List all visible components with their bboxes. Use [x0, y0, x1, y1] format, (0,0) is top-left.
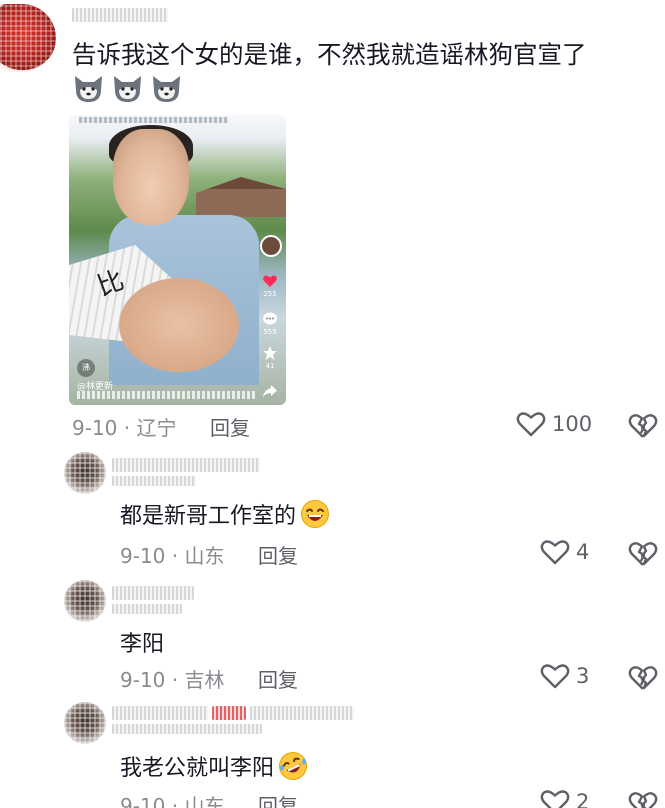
comment-emoji-row — [72, 72, 183, 105]
video-thumbnail[interactable]: 比 255 555 41 沸 @林更新 — [69, 115, 286, 405]
pavilion-roof — [196, 177, 286, 217]
video-top-text-blurred — [79, 117, 229, 123]
heart-hands — [109, 270, 249, 380]
like-count: 2 — [576, 790, 590, 808]
comment-date-location: 9-10 · 辽宁 — [72, 416, 177, 440]
reply-avatar[interactable] — [64, 702, 106, 744]
reply-text-content: 李阳 — [120, 632, 165, 657]
dislike-button[interactable] — [628, 664, 658, 692]
reply-name-blurred[interactable] — [112, 458, 260, 472]
reply-text-content: 我老公就叫李阳 — [120, 756, 275, 781]
commenter-avatar[interactable] — [0, 4, 56, 72]
reply-avatar[interactable] — [64, 452, 106, 494]
like-button[interactable]: 3 — [540, 662, 589, 690]
video-favorite[interactable]: 41 — [258, 345, 282, 370]
hot-badge: 沸 — [77, 359, 95, 377]
reply-button[interactable]: 回复 — [258, 790, 298, 808]
reply-button[interactable]: 回复 — [210, 412, 250, 441]
dislike-button[interactable] — [628, 540, 658, 568]
reply-date-location: 9-10 · 山东 — [120, 794, 225, 808]
reply-name-blurred[interactable] — [112, 586, 194, 600]
dislike-button[interactable] — [628, 790, 658, 808]
person-face — [113, 129, 189, 225]
like-button[interactable]: 4 — [540, 538, 589, 566]
reply-name-blurred[interactable] — [112, 706, 208, 720]
like-button[interactable]: 100 — [516, 410, 592, 438]
reply-text: 都是新哥工作室的 — [120, 498, 330, 530]
video-author-avatar[interactable] — [260, 235, 282, 257]
laugh-emoji-icon — [300, 499, 330, 529]
video-like-count: 255 — [263, 290, 277, 298]
broken-heart-icon — [628, 542, 658, 566]
star-icon — [263, 346, 277, 360]
heart-outline-icon — [540, 540, 570, 565]
video-comment[interactable]: 555 — [258, 311, 282, 336]
video-caption-blurred — [77, 391, 257, 399]
reply-name-blurred — [112, 604, 182, 614]
video-share[interactable] — [258, 383, 282, 400]
comment-text: 告诉我这个女的是谁，不然我就造谣林狗官宣了 — [72, 40, 587, 69]
reply-name-blurred — [112, 724, 262, 734]
broken-heart-icon — [628, 666, 658, 690]
reply-button[interactable]: 回复 — [258, 540, 298, 569]
heart-outline-icon — [540, 790, 570, 808]
rofl-emoji-icon — [278, 751, 308, 781]
reply-text: 李阳 — [120, 626, 164, 658]
like-count: 3 — [576, 664, 590, 688]
reply-text-content: 都是新哥工作室的 — [120, 504, 297, 529]
like-count: 100 — [552, 412, 593, 436]
heart-icon — [263, 275, 277, 287]
reply-name-heart-blurred — [212, 706, 246, 720]
reply-date-location: 9-10 · 山东 — [120, 544, 225, 568]
reply-name-blurred — [250, 706, 354, 720]
commenter-name-blurred[interactable] — [72, 8, 168, 22]
reply-button[interactable]: 回复 — [258, 664, 298, 693]
video-favorite-count: 41 — [265, 362, 275, 370]
share-icon — [263, 385, 277, 397]
video-comment-count: 555 — [263, 328, 277, 336]
comment-icon — [263, 312, 277, 325]
heart-outline-icon — [516, 412, 546, 437]
reply-avatar[interactable] — [64, 580, 106, 622]
dislike-button[interactable] — [628, 412, 658, 440]
wolf-emoji-icon — [111, 72, 144, 105]
wolf-emoji-icon — [150, 72, 183, 105]
wolf-emoji-icon — [72, 72, 105, 105]
heart-outline-icon — [540, 664, 570, 689]
reply-name-blurred — [112, 476, 196, 486]
like-count: 4 — [576, 540, 590, 564]
video-like[interactable]: 255 — [258, 273, 282, 298]
reply-date-location: 9-10 · 吉林 — [120, 668, 225, 692]
like-button[interactable]: 2 — [540, 788, 589, 808]
broken-heart-icon — [628, 792, 658, 808]
broken-heart-icon — [628, 414, 658, 438]
reply-text: 我老公就叫李阳 — [120, 750, 308, 782]
